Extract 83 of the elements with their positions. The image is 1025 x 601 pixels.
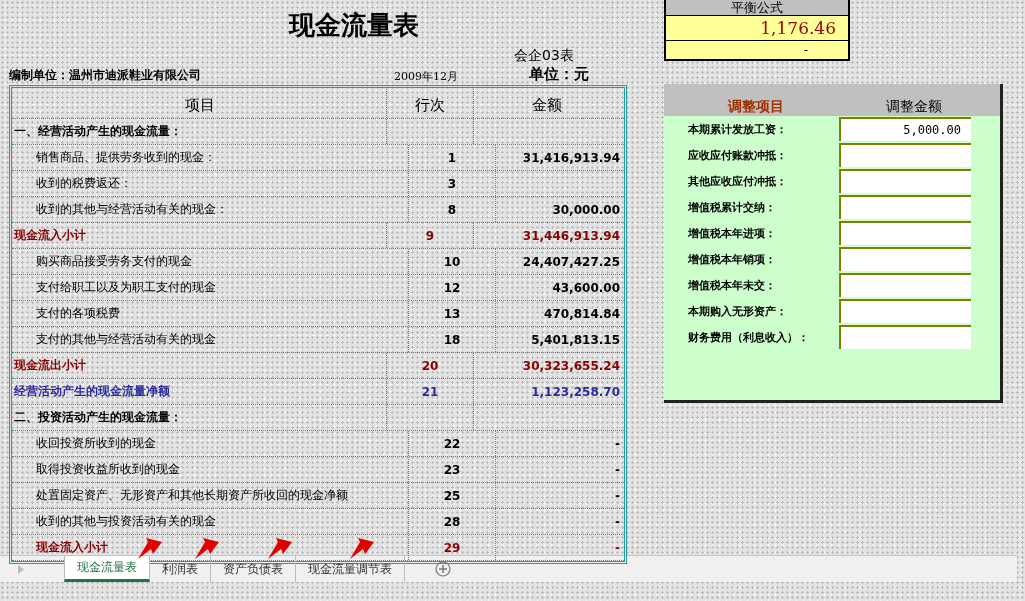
item-cell: 支付给职工以及为职工支付的现金 <box>36 279 216 296</box>
form-code-label: 会企03表 <box>514 47 574 65</box>
adjustment-label: 其他应收应付冲抵： <box>687 173 788 189</box>
input-field[interactable] <box>839 247 971 271</box>
adjustment-label: 增值税累计交纳： <box>687 199 777 215</box>
column-header: 调整金额 <box>885 98 943 116</box>
line-number-cell: 3 <box>447 176 457 191</box>
amount-cell: 24,407,427.25 <box>522 254 620 269</box>
amount-cell: - <box>615 488 620 503</box>
amount-cell: - <box>615 436 620 451</box>
item-cell: 现金流入小计 <box>36 539 108 556</box>
adjustment-label: 增值税本年销项： <box>687 251 777 267</box>
amount-cell: 470,814.84 <box>544 306 620 321</box>
column-header: 金额 <box>531 95 563 116</box>
adjustment-label: 增值税本年未交： <box>687 277 777 293</box>
amount-cell: 31,446,913.94 <box>522 228 620 243</box>
item-cell: 支付的其他与经营活动有关的现金 <box>36 331 216 348</box>
balance-value: 1,176.46 <box>666 16 848 41</box>
amount-cell: - <box>615 514 620 529</box>
annotation-arrow-icon <box>268 538 292 560</box>
input-field[interactable]: 5,000.00 <box>839 117 971 141</box>
item-cell: 经营活动产生的现金流量净额 <box>14 383 170 400</box>
company-label: 编制单位：温州市迪派鞋业有限公司 <box>9 67 202 84</box>
item-cell: 收到的税费返还： <box>36 175 132 192</box>
balance-label: 平衡公式 <box>666 0 848 16</box>
line-number-cell: 12 <box>443 280 461 295</box>
adjustment-label: 应收应付账款冲抵： <box>687 147 788 163</box>
adjustment-label: 本期累计发放工资： <box>687 121 788 137</box>
item-cell: 取得投资收益所收到的现金 <box>36 461 180 478</box>
column-header: 行次 <box>387 85 474 118</box>
item-cell: 现金流入小计 <box>14 227 86 244</box>
adjustment-label: 财务费用（利息收入）： <box>687 329 810 345</box>
annotation-arrow-icon <box>195 538 219 560</box>
input-field[interactable] <box>839 169 971 193</box>
line-number-cell: 9 <box>425 228 435 243</box>
item-cell: 收到的其他与投资活动有关的现金 <box>36 513 216 530</box>
item-cell: 支付的各项税费 <box>36 305 120 322</box>
line-number-cell: 10 <box>443 254 461 269</box>
amount-cell: 30,000.00 <box>552 202 620 217</box>
item-cell: 一、经营活动产生的现金流量： <box>14 123 182 140</box>
adjustment-label: 本期购入无形资产： <box>687 303 788 319</box>
input-field[interactable] <box>839 221 971 245</box>
line-number-cell: 20 <box>421 358 439 373</box>
line-number-cell: 25 <box>443 488 461 503</box>
column-header: 项目 <box>12 85 387 118</box>
add-sheet-icon[interactable] <box>435 561 451 577</box>
input-field[interactable] <box>839 143 971 167</box>
line-number-cell: 28 <box>443 514 461 529</box>
amount-cell: 31,416,913.94 <box>522 150 620 165</box>
line-number-cell: 1 <box>447 150 457 165</box>
line-number-cell: 23 <box>443 462 461 477</box>
adjustment-label: 增值税本年进项： <box>687 225 777 241</box>
annotation-arrow-icon <box>138 538 162 560</box>
input-field[interactable] <box>839 325 971 349</box>
amount-cell: 5,401,813.15 <box>531 332 620 347</box>
input-field[interactable] <box>839 273 971 297</box>
line-number-cell: 13 <box>443 306 461 321</box>
item-cell: 购买商品接受劳务支付的现金 <box>36 253 192 270</box>
amount-cell: - <box>615 540 620 555</box>
item-cell: 收回投资所收到的现金 <box>36 435 156 452</box>
item-cell: 收到的其他与经营活动有关的现金： <box>36 201 228 218</box>
input-field[interactable] <box>839 299 971 323</box>
amount-cell: - <box>615 462 620 477</box>
line-number-cell: 21 <box>421 384 439 399</box>
period-label: 2009年12月 <box>394 69 459 84</box>
input-field[interactable] <box>839 195 971 219</box>
item-cell: 销售商品、提供劳务收到的现金： <box>36 149 216 166</box>
line-number-cell: 22 <box>443 436 461 451</box>
amount-cell: 1,123,258.70 <box>531 384 620 399</box>
item-cell: 二、投资活动产生的现金流量： <box>14 409 182 426</box>
annotation-arrow-icon <box>350 538 374 560</box>
item-cell: 处置固定资产、无形资产和其他长期资产所收回的现金净额 <box>36 487 348 504</box>
balance-second-value: - <box>802 42 809 59</box>
line-number-cell: 29 <box>443 540 461 555</box>
line-number-cell: 8 <box>447 202 457 217</box>
sheet-title: 现金流量表 <box>287 9 420 42</box>
unit-label: 单位：元 <box>528 65 589 84</box>
item-cell: 现金流出小计 <box>14 357 86 374</box>
amount-cell: 30,323,655.24 <box>522 358 620 373</box>
line-number-cell: 18 <box>443 332 461 347</box>
amount-cell: 43,600.00 <box>552 280 620 295</box>
sheet-tab[interactable]: 现金流量表 <box>64 556 150 582</box>
column-header: 调整项目 <box>726 98 785 116</box>
